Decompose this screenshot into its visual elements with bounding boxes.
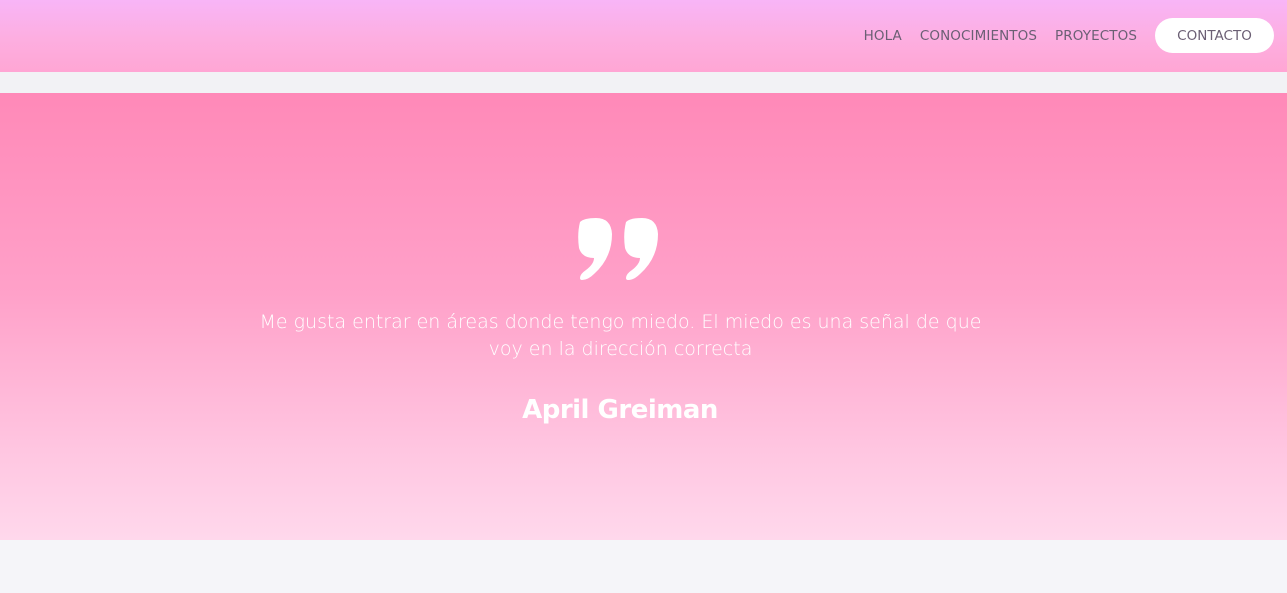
quote-icon bbox=[578, 218, 658, 280]
quote-author: April Greiman bbox=[522, 395, 718, 425]
quote-text: Me gusta entrar en áreas donde tengo mie… bbox=[259, 311, 982, 360]
contact-button[interactable]: CONTACTO bbox=[1155, 18, 1274, 53]
top-navbar: HOLA CONOCIMIENTOS PROYECTOS CONTACTO bbox=[0, 0, 1287, 72]
nav-links: HOLA CONOCIMIENTOS PROYECTOS CONTACTO bbox=[864, 18, 1274, 53]
nav-link-proyectos[interactable]: PROYECTOS bbox=[1055, 28, 1137, 44]
page-bottom-area bbox=[0, 540, 1287, 593]
nav-link-hola[interactable]: HOLA bbox=[864, 28, 902, 44]
quote-section: Me gusta entrar en áreas donde tengo mie… bbox=[0, 93, 1287, 540]
nav-link-conocimientos[interactable]: CONOCIMIENTOS bbox=[920, 28, 1037, 44]
section-divider bbox=[0, 72, 1287, 93]
